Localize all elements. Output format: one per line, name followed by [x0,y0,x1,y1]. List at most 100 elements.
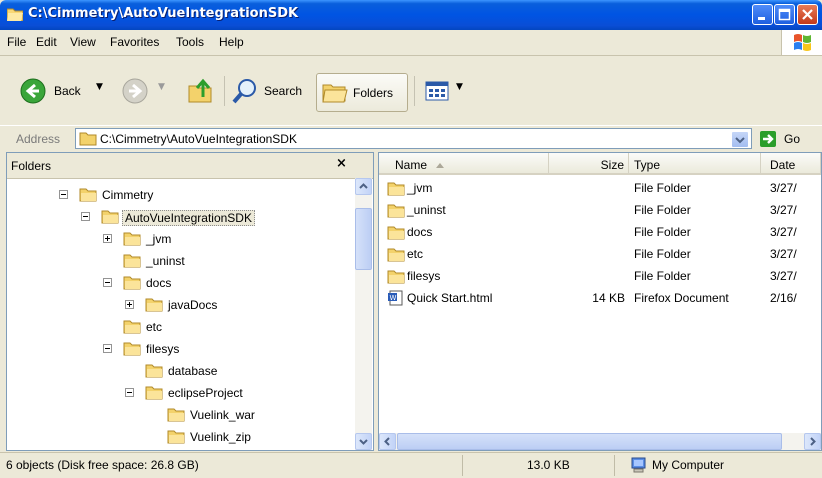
menu-edit[interactable]: Edit [36,35,57,49]
file-name: _uninst [407,203,446,217]
scroll-up-button[interactable] [355,178,372,195]
tree-item-label: Vuelink_war [190,408,255,422]
file-type: File Folder [634,181,691,195]
file-row[interactable]: W Quick Start.html 14 KB Firefox Document 2/… [379,288,821,310]
chevron-up-icon [359,183,368,189]
folders-button[interactable]: Folders [316,73,408,112]
close-pane-icon[interactable]: × [336,156,347,171]
menu-file[interactable]: File [7,35,26,49]
collapse-icon[interactable] [81,212,90,221]
chevron-right-icon [810,437,816,446]
chevron-left-icon [384,437,390,446]
tree-item-label: docs [146,276,172,290]
go-button[interactable] [760,131,776,147]
file-name: filesys [407,269,441,283]
column-size-label: Size [600,158,624,172]
up-button[interactable] [184,74,218,108]
tree-item-label: filesys [146,342,180,356]
folder-icon [123,320,141,334]
menu-tools[interactable]: Tools [176,35,204,49]
file-date: 3/27/ [770,247,797,261]
title-bar[interactable]: C:\Cimmetry\AutoVueIntegrationSDK [0,0,822,30]
minimize-icon [758,17,765,20]
folder-icon [123,232,141,246]
back-dropdown-icon[interactable]: ▼ [96,82,103,92]
scroll-right-button[interactable] [804,433,821,450]
forward-dropdown-icon[interactable]: ▼ [158,82,165,92]
file-row[interactable]: _uninst File Folder 3/27/ [379,200,821,222]
folder-icon [7,8,23,21]
address-input[interactable]: C:\Cimmetry\AutoVueIntegrationSDK [75,128,752,149]
file-date: 2/16/ [770,291,797,305]
windows-flag-icon [794,34,811,51]
go-label[interactable]: Go [784,132,800,146]
views-dropdown-icon[interactable]: ▼ [456,82,463,92]
file-name: Quick Start.html [407,291,493,305]
address-path: C:\Cimmetry\AutoVueIntegrationSDK [100,132,297,146]
column-name[interactable]: Name [379,153,549,175]
menu-bar: File Edit View Favorites Tools Help [0,30,822,56]
address-dropdown-button[interactable] [731,131,749,148]
svg-text:W: W [390,294,397,302]
scroll-thumb[interactable] [397,433,782,450]
scroll-thumb[interactable] [355,208,372,270]
column-size[interactable]: Size [549,153,629,175]
folder-icon [145,364,163,378]
menu-help[interactable]: Help [219,35,244,49]
files-horizontal-scrollbar[interactable] [379,433,821,450]
status-object-count: 6 objects (Disk free space: 26.8 GB) [6,458,199,472]
column-type[interactable]: Type [629,153,761,175]
folder-up-icon [188,78,212,103]
search-button[interactable]: Search [228,74,312,108]
close-button[interactable] [797,4,818,25]
minimize-button[interactable] [752,4,773,25]
file-date: 3/27/ [770,269,797,283]
folder-icon [167,430,185,444]
expand-icon[interactable] [125,300,134,309]
views-icon [425,81,449,101]
folder-icon [123,342,141,356]
file-row[interactable]: etc File Folder 3/27/ [379,244,821,266]
expand-icon[interactable] [103,234,112,243]
window-title: C:\Cimmetry\AutoVueIntegrationSDK [28,6,299,21]
my-computer-icon [631,457,646,473]
file-type: File Folder [634,247,691,261]
tree-item-label: database [168,364,218,378]
status-size: 13.0 KB [527,458,570,472]
folders-pane-header: Folders × [7,153,373,179]
scroll-down-button[interactable] [355,433,372,450]
sort-ascending-icon [436,163,444,168]
explorer-window: C:\Cimmetry\AutoVueIntegrationSDK File E… [0,0,822,478]
file-size: 14 KB [592,291,625,305]
tree-item-label: eclipseProject [168,386,243,400]
file-name: _jvm [407,181,433,195]
file-row[interactable]: docs File Folder 3/27/ [379,222,821,244]
folders-label: Folders [353,86,394,100]
folder-icon [123,254,141,268]
folders-vertical-scrollbar[interactable] [355,178,372,450]
folder-icon [145,298,163,312]
collapse-icon[interactable] [125,388,134,397]
menu-favorites[interactable]: Favorites [110,35,159,49]
maximize-button[interactable] [774,4,795,25]
html-document-icon: W [388,290,403,306]
menu-view[interactable]: View [70,35,96,49]
address-bar: Address C:\Cimmetry\AutoVueIntegrationSD… [0,125,822,153]
file-row[interactable]: filesys File Folder 3/27/ [379,266,821,288]
views-button[interactable]: ▼ [420,74,470,108]
collapse-icon[interactable] [103,344,112,353]
scroll-left-button[interactable] [379,433,396,450]
file-date: 3/27/ [770,225,797,239]
file-name: etc [407,247,424,261]
close-icon [802,9,813,20]
tree-item-label: Vuelink_zip [190,430,251,444]
column-date[interactable]: Date [761,153,821,175]
forward-button[interactable]: ▼ [120,74,170,108]
collapse-icon[interactable] [59,190,68,199]
collapse-icon[interactable] [103,278,112,287]
folder-icon [387,248,405,262]
file-row[interactable]: _jvm File Folder 3/27/ [379,178,821,200]
back-button[interactable]: Back ▼ [12,74,122,108]
folder-icon [167,408,185,422]
toolbar-separator [224,76,225,106]
